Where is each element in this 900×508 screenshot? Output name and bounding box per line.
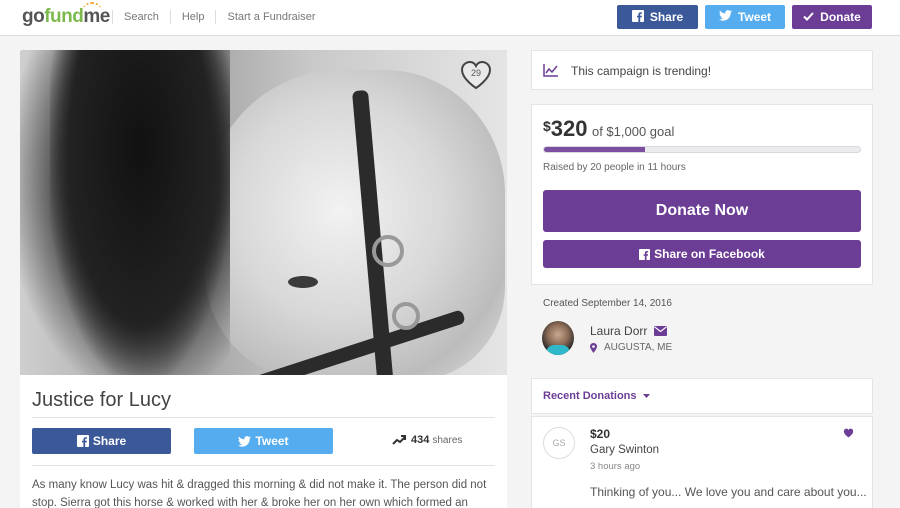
campaign-photo bbox=[20, 50, 507, 375]
description-divider bbox=[32, 465, 495, 466]
share-button[interactable]: Share bbox=[32, 428, 171, 454]
trending-arrow-icon bbox=[392, 435, 406, 445]
top-tweet-label: Tweet bbox=[737, 10, 772, 24]
organizer-name-row: Laura Dorr bbox=[590, 324, 668, 338]
envelope-icon[interactable] bbox=[654, 326, 668, 336]
progress-fill bbox=[544, 147, 646, 152]
photo-halter-ring-lower bbox=[392, 302, 420, 330]
raised-value: 320 bbox=[550, 116, 588, 141]
recent-donations-dropdown[interactable]: Recent Donations bbox=[543, 390, 650, 402]
funding-card: $320 of $1,000 goal Raised by 20 people … bbox=[531, 104, 873, 285]
facebook-icon bbox=[631, 9, 644, 25]
logo-go: go bbox=[22, 6, 45, 27]
facebook-icon bbox=[639, 248, 651, 260]
nav-start-fundraiser-link[interactable]: Start a Fundraiser bbox=[215, 10, 326, 24]
tweet-button[interactable]: Tweet bbox=[194, 428, 333, 454]
photo-hair bbox=[50, 50, 230, 375]
donation-time: 3 hours ago bbox=[590, 461, 641, 472]
donation-item: GS $20 Gary Swinton 3 hours ago Thinking… bbox=[531, 416, 873, 508]
top-donate-label: Donate bbox=[820, 10, 861, 24]
twitter-icon bbox=[718, 10, 732, 24]
nav-help-link[interactable]: Help bbox=[169, 10, 216, 24]
share-count-label: shares bbox=[432, 434, 463, 446]
donor-avatar: GS bbox=[543, 427, 575, 459]
trending-card: This campaign is trending! bbox=[531, 50, 873, 90]
organizer-location: AUGUSTA, ME bbox=[604, 342, 673, 353]
top-donate-button[interactable]: Donate bbox=[792, 5, 872, 29]
tweet-button-label: Tweet bbox=[255, 434, 289, 448]
donate-now-button[interactable]: Donate Now bbox=[543, 190, 861, 232]
photo-halter-ring bbox=[372, 235, 404, 267]
share-on-facebook-label: Share on Facebook bbox=[654, 247, 765, 261]
share-count: 434 shares bbox=[392, 434, 462, 446]
donor-name: Gary Swinton bbox=[590, 444, 660, 456]
recent-donations-header: Recent Donations bbox=[531, 378, 873, 414]
title-divider bbox=[32, 417, 495, 418]
facebook-icon bbox=[76, 435, 89, 447]
raised-by-text: Raised by 20 people in 11 hours bbox=[543, 162, 686, 173]
gofundme-logo[interactable]: gofundme bbox=[22, 2, 110, 28]
campaign-details: Justice for Lucy Share Tweet 434 shares … bbox=[20, 375, 507, 508]
share-on-facebook-button[interactable]: Share on Facebook bbox=[543, 240, 861, 268]
photo-horse-eye bbox=[288, 276, 318, 288]
top-nav: gofundme Search Help Start a Fundraiser … bbox=[0, 0, 900, 36]
twitter-icon bbox=[238, 435, 252, 447]
recent-donations-label: Recent Donations bbox=[543, 390, 637, 402]
progress-bar bbox=[543, 146, 861, 153]
nav-links: Search Help Start a Fundraiser bbox=[112, 0, 327, 34]
organizer-name[interactable]: Laura Dorr bbox=[590, 324, 647, 338]
currency-symbol: $ bbox=[543, 118, 551, 134]
raised-amount: $320 of $1,000 goal bbox=[543, 116, 674, 142]
donation-amount: $20 bbox=[590, 427, 611, 441]
nav-search-link[interactable]: Search bbox=[112, 10, 170, 24]
organizer-location-row: AUGUSTA, ME bbox=[590, 342, 672, 353]
heart-count: 29 bbox=[470, 68, 481, 78]
share-button-label: Share bbox=[92, 434, 127, 448]
share-count-value: 434 bbox=[411, 434, 430, 446]
created-date: Created September 14, 2016 bbox=[543, 298, 672, 309]
goal-text: of $1,000 goal bbox=[591, 124, 675, 139]
top-share-button[interactable]: Share bbox=[617, 5, 698, 29]
campaign-description: As many know Lucy was hit & dragged this… bbox=[32, 479, 487, 508]
trending-text: This campaign is trending! bbox=[571, 64, 712, 78]
like-heart-icon[interactable] bbox=[843, 425, 854, 443]
logo-fund: fund bbox=[44, 6, 84, 27]
caret-down-icon bbox=[642, 394, 650, 398]
top-share-label: Share bbox=[649, 10, 684, 24]
donation-message: Thinking of you... We love you and care … bbox=[590, 485, 867, 499]
map-pin-icon bbox=[590, 342, 597, 353]
campaign-title: Justice for Lucy bbox=[32, 389, 171, 411]
top-tweet-button[interactable]: Tweet bbox=[705, 5, 785, 29]
organizer-avatar[interactable] bbox=[542, 321, 574, 355]
logo-sun-icon bbox=[82, 2, 102, 12]
trending-chart-icon bbox=[543, 64, 559, 82]
checkmark-icon bbox=[803, 10, 814, 24]
avatar-shirt bbox=[546, 345, 570, 355]
